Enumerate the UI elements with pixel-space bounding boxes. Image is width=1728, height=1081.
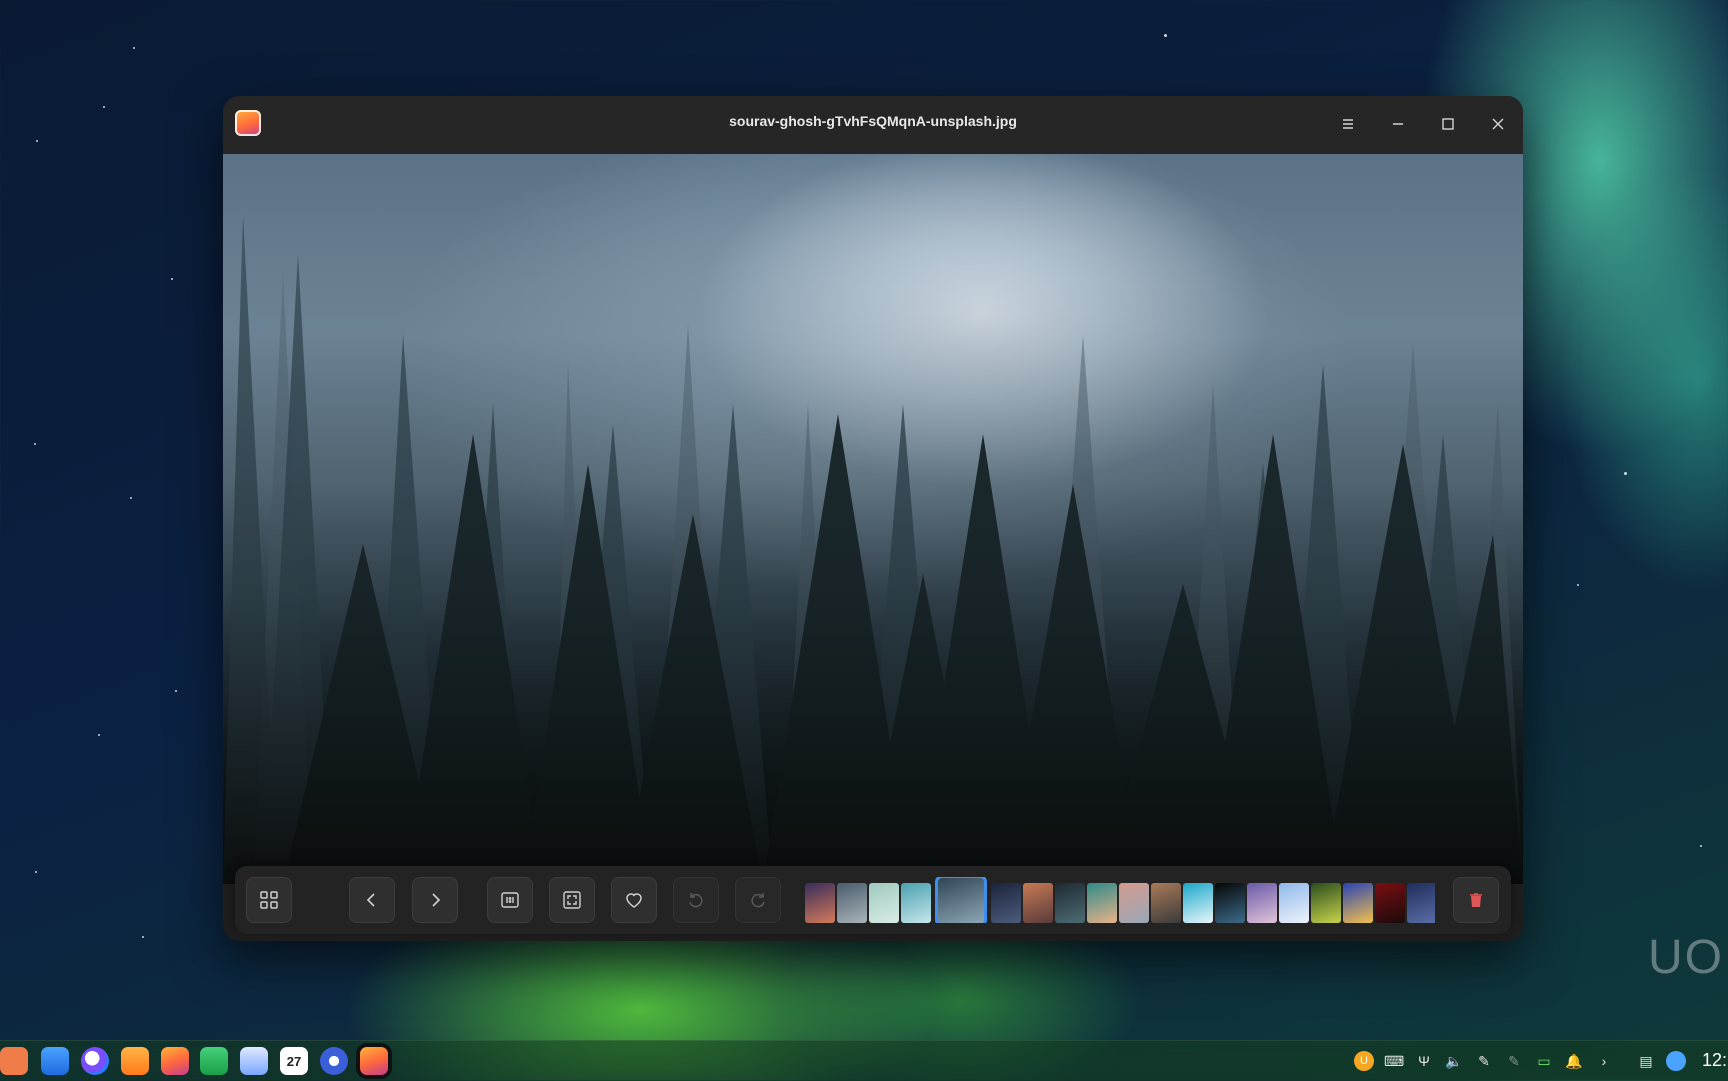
- actual-size-icon[interactable]: [487, 877, 533, 923]
- onscreen-keyboard-icon[interactable]: ▤: [1636, 1051, 1656, 1071]
- volume-icon[interactable]: 🔈: [1444, 1051, 1464, 1071]
- favorite-icon[interactable]: [611, 877, 657, 923]
- menu-icon[interactable]: [1333, 110, 1363, 140]
- thumbnail[interactable]: [1215, 883, 1245, 923]
- next-icon[interactable]: [412, 877, 458, 923]
- photos-icon[interactable]: [161, 1047, 189, 1075]
- image-viewer-icon[interactable]: [360, 1047, 388, 1075]
- notification-icon[interactable]: 🔔: [1564, 1051, 1584, 1071]
- gallery-grid-icon[interactable]: [246, 877, 292, 923]
- image-viewer-window: sourav-ghosh-gTvhFsQMqnA-unsplash.jpg: [223, 96, 1523, 941]
- thumbnail[interactable]: [1375, 883, 1405, 923]
- forest-photo: [223, 154, 1523, 884]
- minimize-icon[interactable]: [1383, 110, 1413, 140]
- thumbnail[interactable]: [1279, 883, 1309, 923]
- previous-icon[interactable]: [349, 877, 395, 923]
- launcher-icon[interactable]: [0, 1047, 28, 1075]
- documents-icon[interactable]: [240, 1047, 268, 1075]
- thumbnail[interactable]: [1023, 883, 1053, 923]
- title-bar: sourav-ghosh-gTvhFsQMqnA-unsplash.jpg: [223, 96, 1523, 154]
- calendar-icon[interactable]: 27: [280, 1047, 308, 1075]
- fit-window-icon[interactable]: [549, 877, 595, 923]
- image-canvas[interactable]: [223, 154, 1523, 884]
- rotate-left-icon[interactable]: [673, 877, 719, 923]
- battery-icon[interactable]: ▭: [1534, 1051, 1554, 1071]
- thumbnail[interactable]: [1151, 883, 1181, 923]
- thumbnail[interactable]: [1311, 883, 1341, 923]
- thumbnail[interactable]: [991, 883, 1021, 923]
- music-icon[interactable]: [200, 1047, 228, 1075]
- network-icon[interactable]: [1666, 1051, 1686, 1071]
- pen-icon[interactable]: ✎: [1474, 1051, 1494, 1071]
- window-title: sourav-ghosh-gTvhFsQMqnA-unsplash.jpg: [729, 113, 1017, 129]
- desktop-watermark: UO: [1648, 931, 1724, 984]
- thumbnail[interactable]: [1247, 883, 1277, 923]
- taskbar: 27 U ⌨ Ψ 🔈 ✎ ✎ ▭ 🔔 › ▤ 12:: [0, 1040, 1728, 1081]
- usb-icon[interactable]: Ψ: [1414, 1051, 1434, 1071]
- thumbnail[interactable]: [805, 883, 835, 923]
- thumbnail[interactable]: [1183, 883, 1213, 923]
- maximize-icon[interactable]: [1433, 110, 1463, 140]
- bottom-toolbar: [235, 866, 1511, 934]
- settings-icon[interactable]: [320, 1047, 348, 1075]
- thumbnail-strip[interactable]: [805, 877, 1435, 923]
- delete-icon[interactable]: [1453, 877, 1499, 923]
- thumbnail[interactable]: [837, 883, 867, 923]
- thumbnail[interactable]: [1087, 883, 1117, 923]
- clock: 12:: [1702, 1050, 1728, 1070]
- expand-tray-icon[interactable]: ›: [1594, 1051, 1614, 1071]
- thumbnail[interactable]: [869, 883, 899, 923]
- thumbnail[interactable]: [1407, 883, 1435, 923]
- file-manager-icon[interactable]: [41, 1047, 69, 1075]
- calendar-day: 27: [286, 1054, 302, 1069]
- thumbnail[interactable]: [1343, 883, 1373, 923]
- thumbnail[interactable]: [901, 883, 931, 923]
- thumbnail-active[interactable]: [935, 877, 987, 923]
- pen-disabled-icon[interactable]: ✎: [1504, 1051, 1524, 1071]
- app-store-icon[interactable]: [121, 1047, 149, 1075]
- rotate-right-icon[interactable]: [735, 877, 781, 923]
- close-icon[interactable]: [1483, 110, 1513, 140]
- browser-icon[interactable]: [81, 1047, 109, 1075]
- uos-assistant-icon[interactable]: U: [1354, 1051, 1374, 1071]
- thumbnail[interactable]: [1119, 883, 1149, 923]
- thumbnail[interactable]: [1055, 883, 1085, 923]
- keyboard-icon[interactable]: ⌨: [1384, 1051, 1404, 1071]
